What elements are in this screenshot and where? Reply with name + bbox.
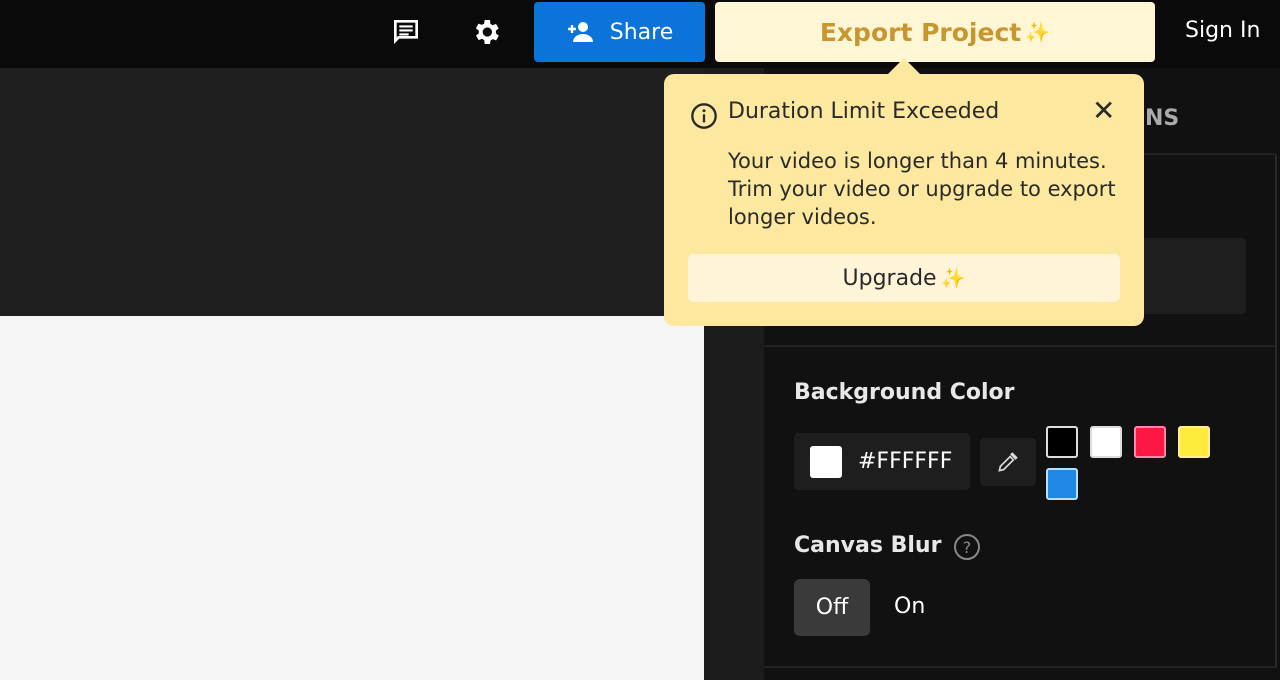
eyedropper-icon — [998, 452, 1018, 472]
share-label: Share — [609, 19, 674, 45]
sparkle-icon: ✨ — [940, 266, 966, 290]
color-hex-input[interactable]: #FFFFFF — [794, 433, 970, 490]
current-color-swatch — [810, 445, 842, 478]
divider — [764, 345, 1276, 347]
sparkle-icon: ✨ — [1025, 20, 1051, 44]
export-project-button[interactable]: Export Project ✨ — [715, 2, 1155, 62]
settings-button[interactable] — [466, 14, 506, 50]
comments-button[interactable] — [386, 14, 426, 50]
tab-options[interactable]: NS — [1145, 106, 1179, 131]
divider — [764, 666, 1276, 668]
info-icon — [691, 103, 717, 129]
close-icon[interactable]: ✕ — [1092, 94, 1115, 127]
swatch-white[interactable] — [1090, 426, 1122, 458]
scrollbar[interactable] — [1275, 155, 1277, 667]
sign-in-link[interactable]: Sign In — [1185, 18, 1260, 43]
add-person-icon — [567, 22, 593, 42]
swatch-red[interactable] — [1134, 426, 1166, 458]
swatch-yellow[interactable] — [1178, 426, 1210, 458]
canvas-blur-label: Canvas Blur — [794, 533, 942, 558]
blur-off-button[interactable]: Off — [794, 579, 870, 636]
popover-message: Your video is longer than 4 minutes. Tri… — [728, 149, 1116, 229]
eyedropper-button[interactable] — [980, 438, 1036, 486]
help-icon[interactable]: ? — [954, 534, 980, 560]
hex-value: #FFFFFF — [858, 449, 953, 474]
background-color-label: Background Color — [794, 380, 1015, 405]
share-button[interactable]: Share — [534, 2, 705, 62]
comment-icon — [394, 20, 418, 44]
canvas[interactable] — [0, 316, 704, 680]
blur-on-button[interactable]: On — [894, 594, 925, 619]
swatch-black[interactable] — [1046, 426, 1078, 458]
upgrade-label: Upgrade — [842, 265, 937, 291]
top-bar: Share Export Project ✨ Sign In — [0, 0, 1280, 68]
gear-icon — [475, 20, 499, 44]
duration-limit-popover: Duration Limit Exceeded ✕ Your video is … — [664, 74, 1144, 326]
export-label: Export Project — [819, 17, 1022, 47]
popover-title: Duration Limit Exceeded — [728, 99, 1000, 124]
swatch-blue[interactable] — [1046, 468, 1078, 500]
canvas-background-area — [0, 68, 704, 316]
upgrade-button[interactable]: Upgrade ✨ — [688, 254, 1120, 302]
